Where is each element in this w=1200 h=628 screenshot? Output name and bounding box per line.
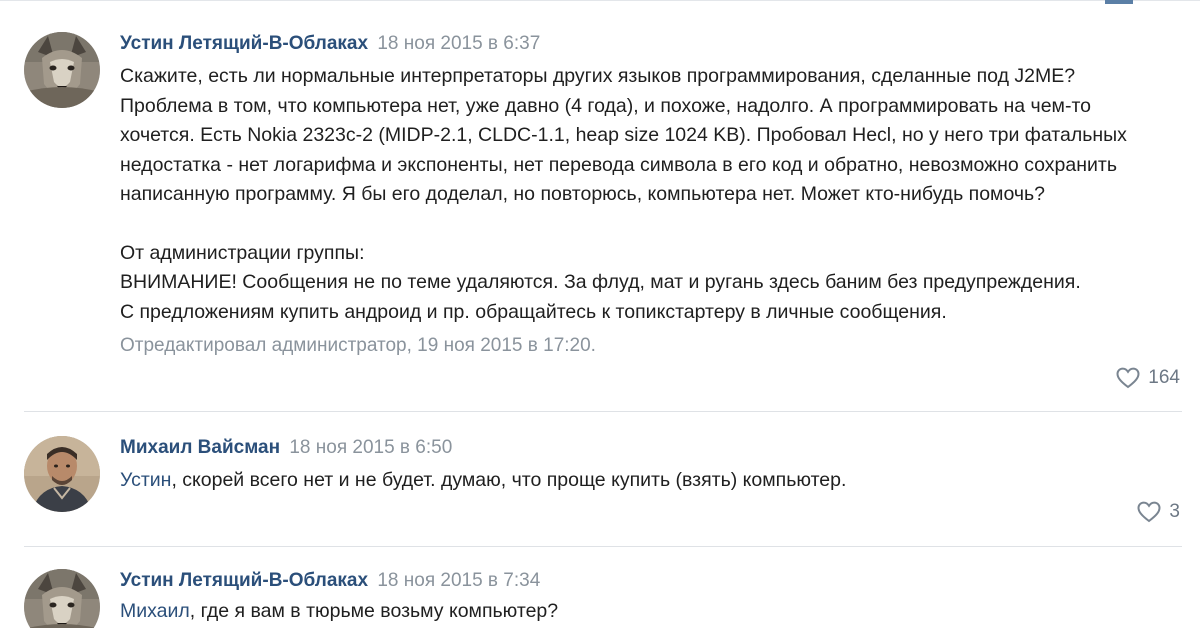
comment-date[interactable]: 18 ноя 2015 в 7:34	[377, 570, 540, 591]
like-button[interactable]: 164	[1116, 367, 1180, 389]
admin-note-line: С предложениям купить андроид и пр. обра…	[120, 300, 947, 323]
comment-body: Устин Летящий-В-Облаках 18 ноя 2015 в 7:…	[120, 569, 1176, 627]
active-tab-indicator	[1105, 0, 1133, 4]
top-border	[0, 0, 1200, 1]
comment-body: Устин Летящий-В-Облаках 18 ноя 2015 в 6:…	[120, 32, 1176, 359]
man-avatar-image	[24, 436, 100, 512]
admin-note-line: От администрации группы:	[120, 241, 365, 264]
like-count: 3	[1169, 501, 1180, 522]
avatar[interactable]	[24, 569, 100, 628]
heart-outline-icon	[1116, 367, 1140, 389]
text-line: хочется. Есть Nokia 2323c-2 (MIDP-2.1, C…	[120, 124, 1127, 146]
comment-text: Устин, скорей всего нет и не будет. дума…	[120, 466, 1176, 496]
author-name[interactable]: Михаил Вайсман	[120, 437, 280, 458]
avatar[interactable]	[24, 436, 100, 512]
comment-date[interactable]: 18 ноя 2015 в 6:37	[377, 33, 540, 54]
reply-mention-link[interactable]: Михаил	[120, 600, 190, 622]
comment-text: Михаил, где я вам в тюрьме возьму компью…	[120, 597, 1176, 627]
like-button[interactable]: 3	[1137, 501, 1180, 523]
wolf-avatar-image	[24, 32, 100, 108]
text-line: Проблема в том, что компьютера нет, уже …	[120, 94, 1092, 117]
comment-divider	[24, 546, 1182, 547]
author-name[interactable]: Устин Летящий-В-Облаках	[120, 33, 368, 54]
admin-note-line: ВНИМАНИЕ! Сообщения не по теме удаляются…	[120, 271, 1081, 293]
edited-note: Отредактировал администратор, 19 ноя 201…	[120, 335, 596, 356]
avatar[interactable]	[24, 32, 100, 108]
text-line: Михаил, где я вам в тюрьме возьму компью…	[120, 597, 1176, 627]
author-name[interactable]: Устин Летящий-В-Облаках	[120, 570, 368, 591]
text-line: Скажите, есть ли нормальные интерпретато…	[120, 65, 1076, 87]
wolf-avatar-image	[24, 569, 100, 628]
reply-mention-link[interactable]: Устин	[120, 469, 171, 491]
comment-divider	[24, 411, 1182, 412]
comment-header: Михаил Вайсман 18 ноя 2015 в 6:50	[120, 436, 1176, 460]
like-count: 164	[1148, 367, 1180, 388]
text-line: написанную программу. Я бы его доделал, …	[120, 183, 1046, 205]
comments-page: Устин Летящий-В-Облаках 18 ноя 2015 в 6:…	[0, 0, 1200, 628]
reply-text: , скорей всего нет и не будет. думаю, чт…	[171, 469, 847, 491]
comment-date[interactable]: 18 ноя 2015 в 6:50	[289, 437, 452, 458]
reply-text: , где я вам в тюрьме возьму компьютер?	[189, 600, 559, 622]
comment-header: Устин Летящий-В-Облаках 18 ноя 2015 в 7:…	[120, 569, 1176, 593]
comment-header: Устин Летящий-В-Облаках 18 ноя 2015 в 6:…	[120, 32, 1176, 56]
comment-body: Михаил Вайсман 18 ноя 2015 в 6:50 Устин,…	[120, 436, 1176, 496]
text-line: Устин, скорей всего нет и не будет. дума…	[120, 466, 1176, 496]
text-line: недостатка - нет логарифма и экспоненты,…	[120, 153, 1117, 176]
heart-outline-icon	[1137, 501, 1161, 523]
comment-text: Скажите, есть ли нормальные интерпретато…	[120, 62, 1176, 327]
